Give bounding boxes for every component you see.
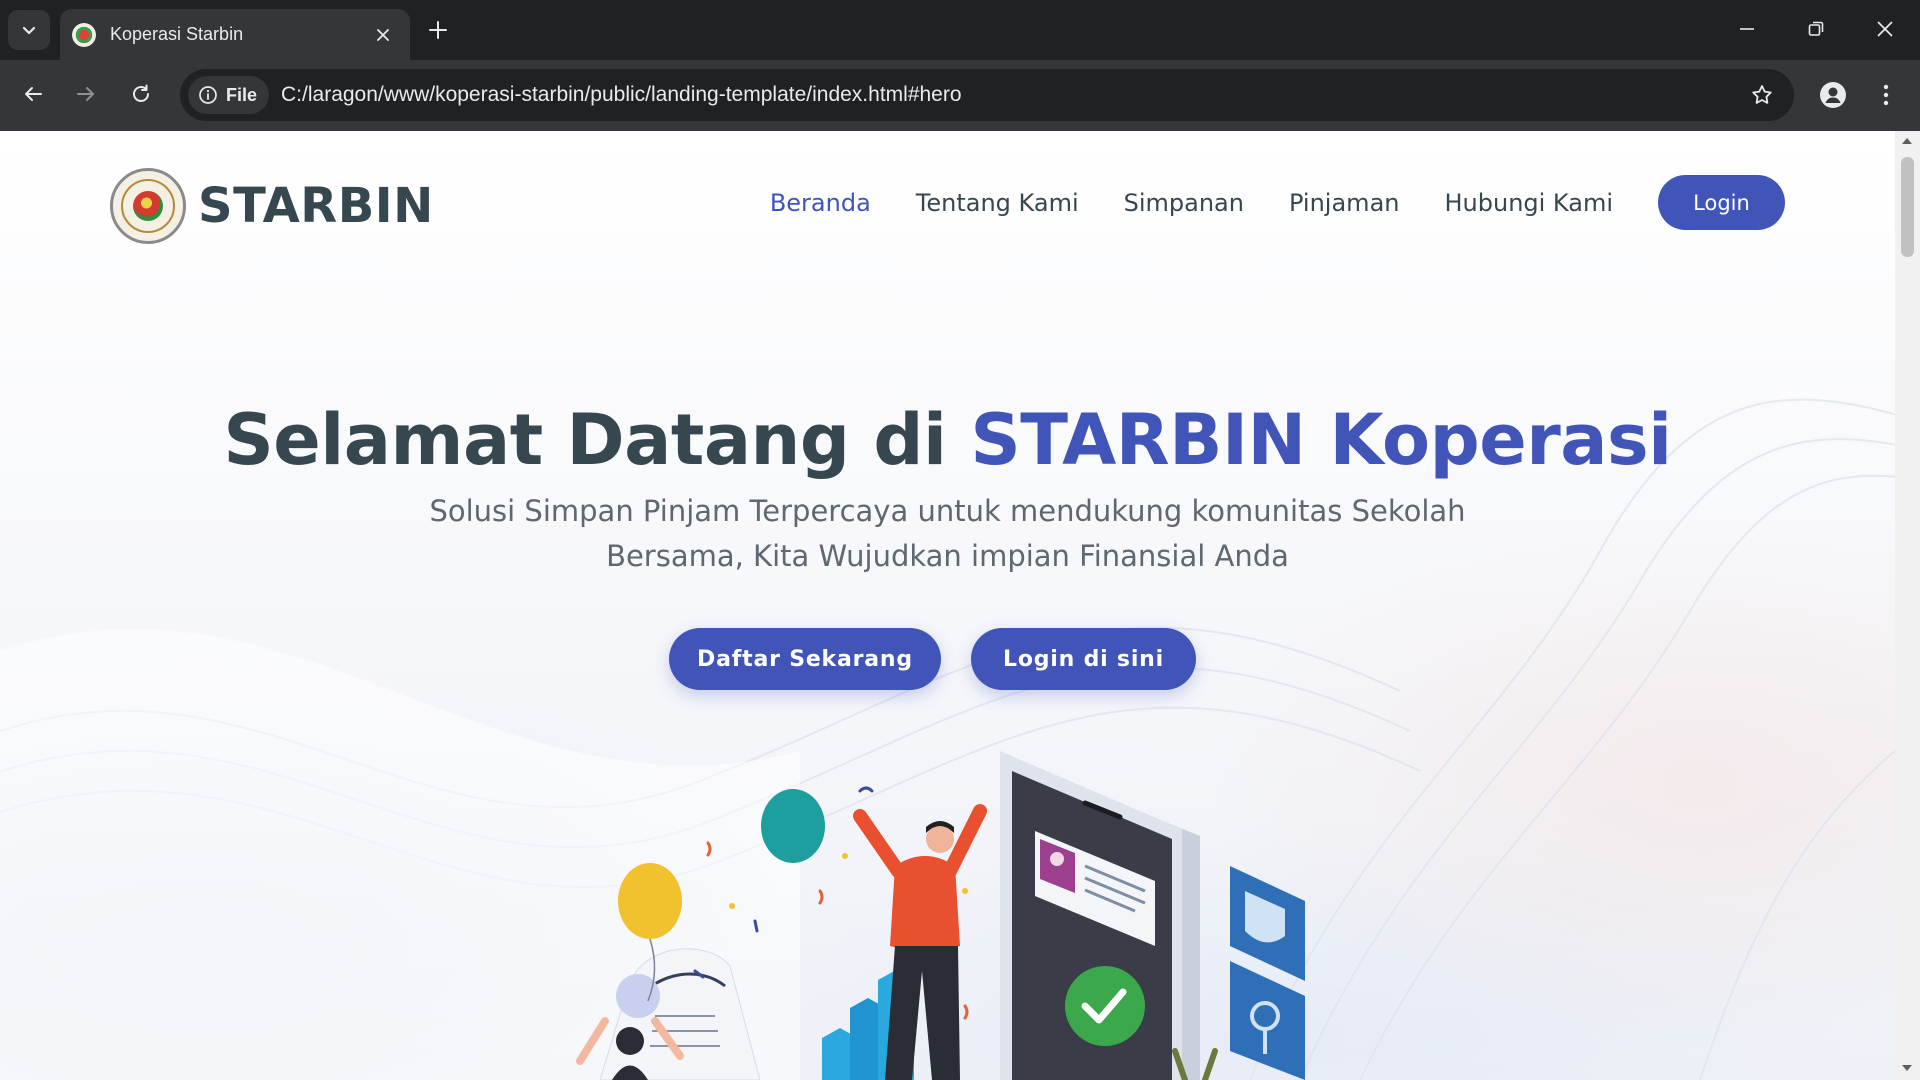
teal-balloon [761, 789, 825, 863]
scroll-up-arrow-icon[interactable] [1902, 138, 1912, 144]
url-text[interactable]: C:/laragon/www/koperasi-starbin/public/l… [281, 83, 1742, 107]
arrow-right-icon [77, 87, 94, 101]
forward-button[interactable] [66, 74, 106, 114]
page-scrollbar[interactable] [1895, 131, 1920, 1080]
close-window-button[interactable] [1851, 0, 1919, 58]
site-favicon-icon [72, 22, 96, 47]
close-icon [377, 28, 389, 41]
main-nav: Beranda Tentang Kami Simpanan Pinjaman H… [725, 175, 1785, 230]
hero-subtitle-line1: Solusi Simpan Pinjam Terpercaya untuk me… [429, 494, 1466, 528]
nav-simpanan[interactable]: Simpanan [1124, 189, 1244, 217]
check-badge [1065, 966, 1145, 1046]
nav-pinjaman[interactable]: Pinjaman [1289, 189, 1400, 217]
close-window-icon [1877, 21, 1893, 37]
hero-login-button[interactable]: Login di sini [971, 628, 1196, 690]
account-icon [1820, 82, 1846, 108]
security-tiles [1230, 866, 1305, 1080]
new-tab-button[interactable] [420, 12, 456, 48]
hero-title: Selamat Datang di STARBIN Koperasi [0, 399, 1895, 481]
plus-icon [429, 21, 447, 39]
brand-logo[interactable]: STARBIN [110, 168, 434, 244]
profile-button[interactable] [1812, 74, 1854, 116]
login-button[interactable]: Login [1658, 175, 1785, 230]
hero-subtitle-line2: Bersama, Kita Wujudkan impian Finansial … [606, 539, 1289, 573]
koperasi-seal-icon [110, 168, 186, 244]
receipt-illustration [599, 948, 761, 1080]
landing-page: STARBIN Beranda Tentang Kami Simpanan Pi… [0, 131, 1895, 1080]
reload-icon [133, 84, 149, 102]
tab-title: Koperasi Starbin [110, 24, 244, 44]
yellow-balloon [618, 863, 682, 939]
minimize-button[interactable] [1713, 0, 1781, 58]
tab-close-button[interactable] [370, 22, 396, 48]
site-chip-label: File [226, 84, 258, 105]
page-viewport: STARBIN Beranda Tentang Kami Simpanan Pi… [0, 131, 1920, 1080]
hero-illustration [576, 751, 1305, 1080]
site-info-chip[interactable]: File [188, 76, 270, 114]
nav-hubungi-kami[interactable]: Hubungi Kami [1444, 189, 1613, 217]
register-button[interactable]: Daftar Sekarang [669, 628, 941, 690]
chevron-down-icon [22, 26, 36, 35]
scrollbar-thumb[interactable] [1901, 157, 1914, 257]
star-icon [1752, 85, 1772, 104]
tab-search-button[interactable] [8, 10, 50, 50]
scroll-down-arrow-icon[interactable] [1902, 1065, 1912, 1071]
nav-tentang-kami[interactable]: Tentang Kami [916, 189, 1079, 217]
browser-menu-button[interactable] [1868, 74, 1904, 116]
hero-title-accent: STARBIN Koperasi [970, 399, 1672, 481]
browser-tab[interactable]: Koperasi Starbin [60, 9, 410, 60]
bookmark-button[interactable] [1742, 75, 1782, 115]
nav-beranda[interactable]: Beranda [770, 189, 871, 217]
brand-name: STARBIN [198, 178, 434, 234]
address-bar[interactable]: File C:/laragon/www/koperasi-starbin/pub… [180, 69, 1794, 121]
tab-strip: Koperasi Starbin [0, 0, 1920, 60]
restore-button[interactable] [1782, 0, 1850, 58]
hero-title-text: Selamat Datang di [223, 399, 971, 481]
arrow-left-icon [25, 87, 42, 101]
reload-button[interactable] [121, 74, 161, 114]
kebab-menu-icon [1883, 84, 1889, 106]
back-button[interactable] [13, 74, 53, 114]
restore-icon [1808, 21, 1824, 36]
browser-toolbar: File C:/laragon/www/koperasi-starbin/pub… [0, 60, 1920, 131]
minimize-icon [1740, 28, 1754, 30]
phone-illustration [1000, 751, 1200, 1080]
info-icon [199, 86, 217, 104]
